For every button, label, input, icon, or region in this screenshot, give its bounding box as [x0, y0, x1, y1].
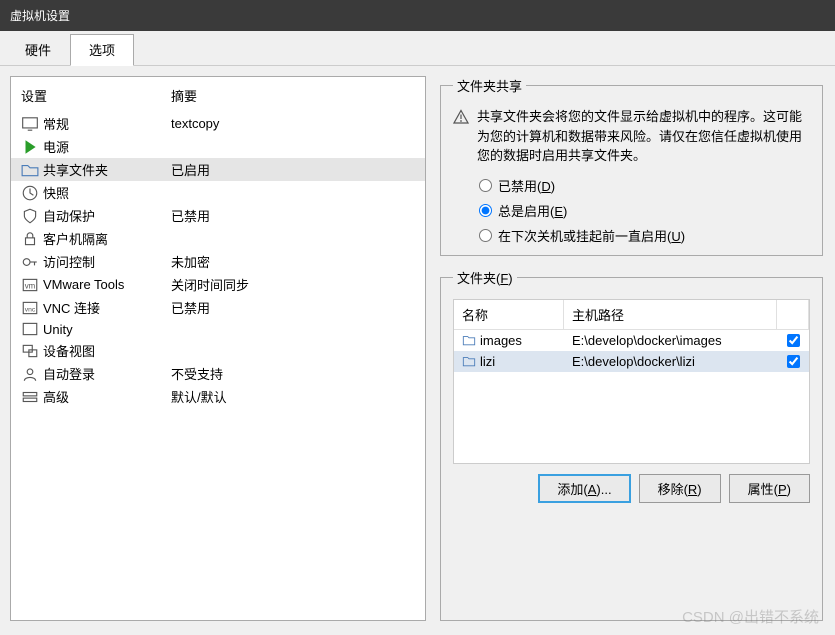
list-item[interactable]: vm VMware Tools 关闭时间同步 — [11, 273, 425, 296]
add-button[interactable]: 添加(A)... — [538, 474, 630, 503]
item-label: 自动保护 — [43, 206, 171, 225]
item-label: 客户机隔离 — [43, 229, 171, 248]
autologin-icon — [21, 366, 39, 382]
settings-list: 设置 摘要 常规 textcopy 电源 共享文件夹 已启用 快照 自动保护 已… — [10, 76, 426, 621]
tab-options[interactable]: 选项 — [70, 34, 134, 66]
properties-button[interactable]: 属性(P) — [729, 474, 810, 503]
header-setting: 设置 — [21, 86, 171, 105]
radio-disabled[interactable]: 已禁用(D) — [479, 176, 810, 195]
right-panel: 文件夹共享 共享文件夹会将您的文件显示给虚拟机中的程序。这可能为您的计算机和数据… — [440, 76, 825, 621]
unity-icon — [21, 321, 39, 337]
table-row[interactable]: images E:\develop\docker\images — [454, 330, 809, 351]
folders-table: 名称 主机路径 images E:\develop\docker\images … — [453, 299, 810, 464]
radio-always[interactable]: 总是启用(E) — [479, 201, 810, 220]
remove-button[interactable]: 移除(R) — [639, 474, 721, 503]
cell-name: lizi — [454, 351, 564, 372]
list-item[interactable]: 设备视图 — [11, 339, 425, 362]
header-summary: 摘要 — [171, 86, 197, 105]
play-icon — [21, 139, 39, 155]
svg-text:vm: vm — [25, 281, 36, 290]
th-path[interactable]: 主机路径 — [564, 300, 777, 329]
list-item[interactable]: 常规 textcopy — [11, 112, 425, 135]
row-checkbox[interactable] — [787, 334, 800, 347]
window-title: 虚拟机设置 — [10, 7, 70, 24]
tabs: 硬件 选项 — [0, 31, 835, 66]
th-name[interactable]: 名称 — [454, 300, 564, 329]
item-summary: 已启用 — [171, 160, 210, 179]
monitor-icon — [21, 116, 39, 132]
item-label: 设备视图 — [43, 341, 171, 360]
sharing-legend: 文件夹共享 — [453, 76, 526, 95]
item-label: 共享文件夹 — [43, 160, 171, 179]
list-item[interactable]: 快照 — [11, 181, 425, 204]
button-row: 添加(A)... 移除(R) 属性(P) — [453, 474, 810, 503]
table-row[interactable]: lizi E:\develop\docker\lizi — [454, 351, 809, 372]
item-summary: 已禁用 — [171, 298, 210, 317]
list-item[interactable]: vnc VNC 连接 已禁用 — [11, 296, 425, 319]
folders-legend: 文件夹(F) — [453, 268, 517, 287]
item-label: 高级 — [43, 387, 171, 406]
svg-text:vnc: vnc — [25, 306, 36, 313]
devices-icon — [21, 343, 39, 359]
table-header: 名称 主机路径 — [454, 300, 809, 330]
item-label: 快照 — [43, 183, 171, 202]
item-summary: 关闭时间同步 — [171, 275, 249, 294]
vnc-icon: vnc — [21, 300, 39, 316]
radio-always-input[interactable] — [479, 204, 492, 217]
warning-icon — [453, 109, 469, 125]
lock-icon — [21, 231, 39, 247]
list-item[interactable]: 共享文件夹 已启用 — [11, 158, 425, 181]
list-item[interactable]: 客户机隔离 — [11, 227, 425, 250]
list-item[interactable]: 自动保护 已禁用 — [11, 204, 425, 227]
radio-group: 已禁用(D) 总是启用(E) 在下次关机或挂起前一直启用(U) — [453, 176, 810, 245]
advanced-icon — [21, 389, 39, 405]
item-summary: textcopy — [171, 116, 219, 131]
cell-check — [777, 352, 809, 371]
item-label: VNC 连接 — [43, 298, 171, 317]
item-label: 自动登录 — [43, 364, 171, 383]
main-content: 设置 摘要 常规 textcopy 电源 共享文件夹 已启用 快照 自动保护 已… — [0, 66, 835, 631]
folder-icon — [462, 354, 476, 368]
list-item[interactable]: 自动登录 不受支持 — [11, 362, 425, 385]
settings-header: 设置 摘要 — [11, 77, 425, 112]
row-checkbox[interactable] — [787, 355, 800, 368]
key-icon — [21, 254, 39, 270]
cell-path: E:\develop\docker\images — [564, 330, 777, 351]
folder-share-icon — [21, 162, 39, 178]
item-label: 电源 — [43, 137, 171, 156]
cell-check — [777, 331, 809, 350]
item-label: 访问控制 — [43, 252, 171, 271]
th-check — [777, 300, 809, 329]
item-summary: 不受支持 — [171, 364, 223, 383]
warning-row: 共享文件夹会将您的文件显示给虚拟机中的程序。这可能为您的计算机和数据带来风险。请… — [453, 107, 810, 166]
item-label: VMware Tools — [43, 277, 171, 292]
item-summary: 已禁用 — [171, 206, 210, 225]
cell-name: images — [454, 330, 564, 351]
radio-disabled-input[interactable] — [479, 179, 492, 192]
list-item[interactable]: 电源 — [11, 135, 425, 158]
list-item[interactable]: 高级 默认/默认 — [11, 385, 425, 408]
clock-icon — [21, 185, 39, 201]
item-label: 常规 — [43, 114, 171, 133]
vm-icon: vm — [21, 277, 39, 293]
list-item[interactable]: Unity — [11, 319, 425, 339]
warning-text: 共享文件夹会将您的文件显示给虚拟机中的程序。这可能为您的计算机和数据带来风险。请… — [477, 107, 810, 166]
item-summary: 未加密 — [171, 252, 210, 271]
cell-path: E:\develop\docker\lizi — [564, 351, 777, 372]
titlebar: 虚拟机设置 — [0, 0, 835, 31]
shield-icon — [21, 208, 39, 224]
radio-until[interactable]: 在下次关机或挂起前一直启用(U) — [479, 226, 810, 245]
folder-icon — [462, 333, 476, 347]
folders-group: 文件夹(F) 名称 主机路径 images E:\develop\docker\… — [440, 268, 823, 622]
list-item[interactable]: 访问控制 未加密 — [11, 250, 425, 273]
item-label: Unity — [43, 322, 171, 337]
tab-hardware[interactable]: 硬件 — [6, 34, 70, 65]
item-summary: 默认/默认 — [171, 387, 227, 406]
radio-until-input[interactable] — [479, 229, 492, 242]
sharing-group: 文件夹共享 共享文件夹会将您的文件显示给虚拟机中的程序。这可能为您的计算机和数据… — [440, 76, 823, 256]
